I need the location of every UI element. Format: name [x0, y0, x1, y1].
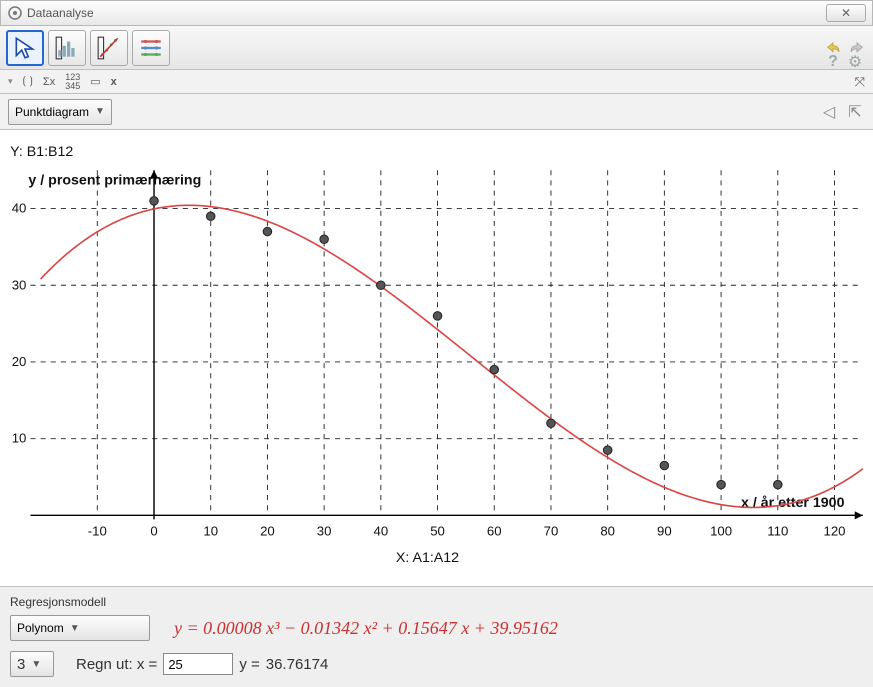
svg-text:40: 40 — [12, 201, 27, 216]
gear-icon: ⚙ — [848, 52, 862, 72]
svg-text:50: 50 — [430, 524, 445, 539]
help-icon: ? — [828, 53, 838, 71]
app-logo-icon — [7, 5, 23, 21]
calc-x-input[interactable] — [163, 653, 233, 675]
svg-text:100: 100 — [710, 524, 732, 539]
svg-text:30: 30 — [12, 277, 27, 292]
regression-analysis-button[interactable] — [90, 30, 128, 66]
window-title: Dataanalyse — [27, 6, 826, 20]
bar-chart-icon — [54, 35, 80, 61]
svg-text:40: 40 — [374, 524, 389, 539]
dropdown-marker-icon[interactable]: ▾ — [8, 76, 13, 87]
single-var-analysis-button[interactable] — [48, 30, 86, 66]
regression-model-select[interactable]: Polynom ▼ — [10, 615, 150, 641]
chart-options-bar: Punktdiagram ▼ ◁ ⇱ — [0, 94, 873, 130]
chart-area[interactable]: Y: B1:B12 y / prosent primærnæring -10 0 10 2… — [0, 130, 873, 587]
chart-type-select[interactable]: Punktdiagram ▼ — [8, 99, 112, 125]
calc-y-value: 36.76174 — [266, 656, 329, 673]
svg-text:-10: -10 — [88, 524, 107, 539]
svg-text:y / prosent primærnæring: y / prosent primærnæring — [28, 172, 201, 188]
brackets-icon[interactable]: ⟮ ⟯ — [23, 75, 33, 88]
polynomial-degree-select[interactable]: 3 ▼ — [10, 651, 54, 677]
degree-value: 3 — [17, 656, 25, 673]
table-icon[interactable]: ▭ — [90, 75, 100, 88]
close-icon: ✕ — [841, 6, 851, 20]
svg-text:30: 30 — [317, 524, 332, 539]
svg-text:120: 120 — [823, 524, 845, 539]
svg-text:110: 110 — [767, 524, 788, 539]
svg-text:10: 10 — [203, 524, 218, 539]
svg-text:X: A1:A12: X: A1:A12 — [396, 550, 459, 566]
multi-var-analysis-button[interactable] — [132, 30, 170, 66]
settings-button[interactable]: ⚙ — [845, 52, 865, 72]
pointer-icon — [12, 35, 38, 61]
secondary-toolbar: ▾ ⟮ ⟯ Σx 123345 ▭ x ⤧ — [0, 70, 873, 94]
multi-series-icon — [138, 35, 164, 61]
svg-text:60: 60 — [487, 524, 502, 539]
scatter-chart: Y: B1:B12 y / prosent primærnæring -10 0 10 2… — [0, 130, 873, 586]
regression-panel: Regresjonsmodell Polynom ▼ y = 0.00008 x… — [0, 587, 873, 687]
fraction-label[interactable]: 123345 — [65, 73, 80, 91]
nav-prev-button[interactable]: ◁ — [819, 102, 839, 122]
main-toolbar: ? ⚙ — [0, 26, 873, 70]
svg-text:0: 0 — [150, 524, 157, 539]
calc-x-label: Regn ut: x = — [76, 656, 157, 673]
chevron-down-icon: ▼ — [70, 623, 80, 634]
sigma-label[interactable]: Σx — [43, 76, 55, 88]
regression-equation: y = 0.00008 x³ − 0.01342 x² + 0.15647 x … — [174, 618, 558, 639]
svg-text:80: 80 — [600, 524, 615, 539]
close-button[interactable]: ✕ — [826, 4, 866, 22]
regression-panel-label: Regresjonsmodell — [10, 595, 863, 609]
popout-button[interactable]: ⇱ — [845, 102, 865, 122]
chart-type-value: Punktdiagram — [15, 105, 89, 119]
svg-text:Y: B1:B12: Y: B1:B12 — [10, 144, 73, 160]
detach-icon[interactable]: ⤧ — [855, 74, 865, 90]
svg-text:10: 10 — [12, 431, 27, 446]
titlebar: Dataanalyse ✕ — [0, 0, 873, 26]
chevron-down-icon: ▼ — [31, 659, 41, 670]
help-button[interactable]: ? — [823, 52, 843, 72]
regression-model-value: Polynom — [17, 621, 64, 635]
svg-text:20: 20 — [260, 524, 275, 539]
calc-y-label: y = — [239, 656, 259, 673]
x-label[interactable]: x — [111, 76, 117, 88]
chevron-down-icon: ▼ — [95, 106, 105, 117]
svg-text:20: 20 — [12, 354, 27, 369]
svg-text:70: 70 — [544, 524, 559, 539]
pointer-tool-button[interactable] — [6, 30, 44, 66]
scatter-regression-icon — [96, 35, 122, 61]
svg-text:90: 90 — [657, 524, 672, 539]
